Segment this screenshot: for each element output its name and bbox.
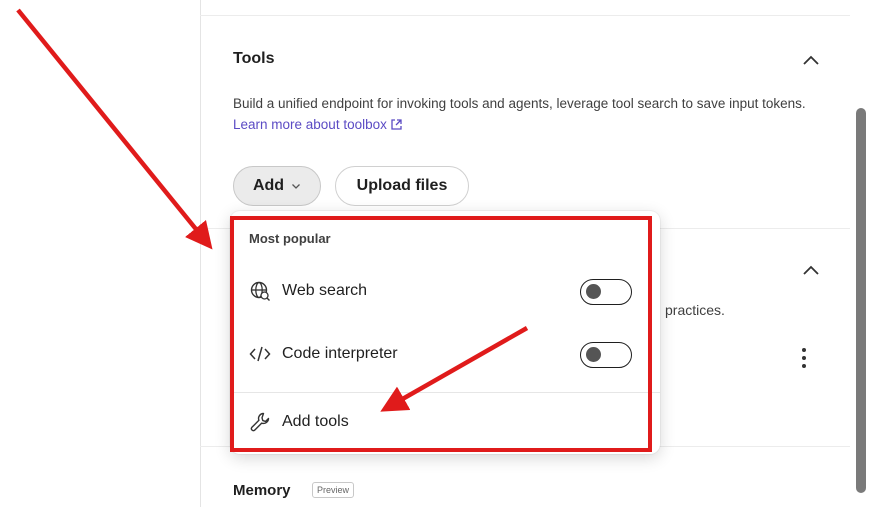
- memory-section-title: Memory: [233, 482, 291, 499]
- code-interpreter-label: Code interpreter: [282, 345, 398, 362]
- toggle-knob: [586, 347, 601, 362]
- web-search-toggle[interactable]: [580, 279, 632, 305]
- chevron-up-icon[interactable]: [802, 54, 820, 66]
- learn-more-link[interactable]: Learn more about toolbox: [233, 117, 387, 132]
- more-options-icon[interactable]: [801, 348, 807, 368]
- chevron-up-icon[interactable]: [802, 264, 820, 276]
- globe-icon: [250, 281, 270, 301]
- most-popular-header: Most popular: [249, 231, 331, 246]
- add-button[interactable]: Add: [233, 166, 321, 206]
- menu-item-add-tools[interactable]: Add tools: [230, 399, 660, 445]
- tools-section-title: Tools: [233, 50, 275, 67]
- scrollbar-thumb[interactable]: [856, 108, 866, 493]
- code-icon: [249, 346, 271, 362]
- menu-item-code-interpreter[interactable]: Code interpreter: [230, 331, 660, 377]
- upload-files-button[interactable]: Upload files: [335, 166, 469, 206]
- tools-description-text: Build a unified endpoint for invoking to…: [233, 96, 806, 111]
- web-search-label: Web search: [282, 282, 368, 299]
- external-link-icon[interactable]: [390, 118, 403, 131]
- toggle-knob: [586, 284, 601, 299]
- wrench-icon: [250, 412, 270, 432]
- divider-top: [200, 15, 850, 16]
- chevron-down-icon: [291, 183, 301, 190]
- menu-item-web-search[interactable]: Web search: [230, 268, 660, 314]
- preview-badge: Preview: [312, 482, 355, 498]
- add-button-label: Add: [252, 177, 285, 194]
- menu-divider: [230, 392, 660, 393]
- add-dropdown-menu: Most popular Web search Code interpreter…: [230, 211, 660, 454]
- add-tools-label: Add tools: [282, 413, 349, 430]
- section-description-partial: practices.: [665, 302, 725, 318]
- upload-files-label: Upload files: [356, 177, 448, 194]
- panel-left-border: [200, 0, 201, 507]
- tools-description: Build a unified endpoint for invoking to…: [233, 93, 818, 135]
- code-interpreter-toggle[interactable]: [580, 342, 632, 368]
